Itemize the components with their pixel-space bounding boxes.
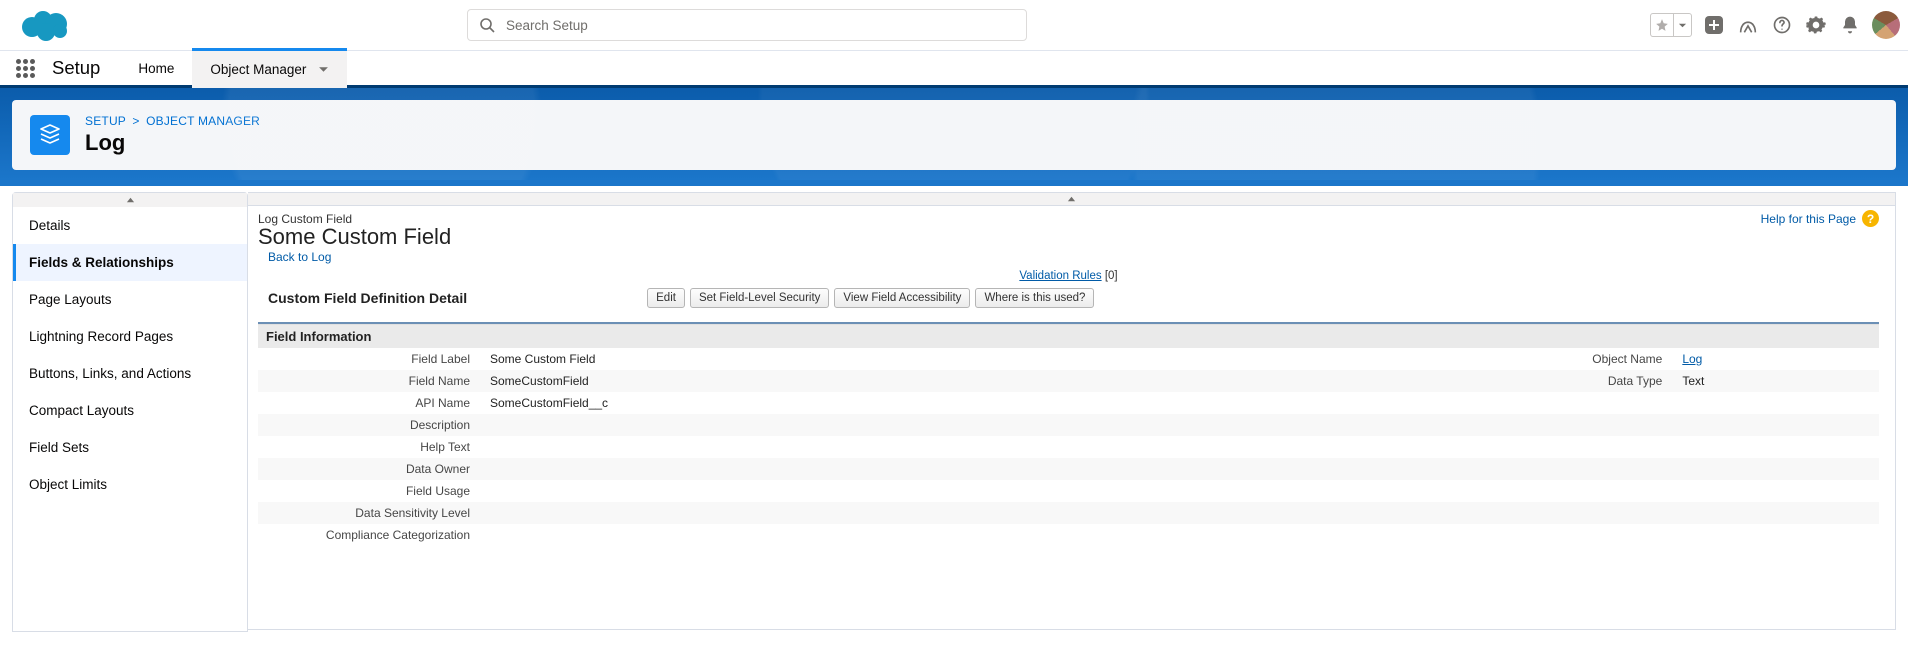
sidebar-item-lrp[interactable]: Lightning Record Pages	[13, 318, 247, 355]
content-column: Log Custom Field Some Custom Field Back …	[248, 192, 1896, 632]
sidebar-item-label: Buttons, Links, and Actions	[29, 366, 191, 381]
sidebar-item-label: Compact Layouts	[29, 403, 134, 418]
breadcrumb-setup[interactable]: SETUP	[85, 114, 126, 128]
sidebar-item-label: Fields & Relationships	[29, 255, 174, 270]
search-input[interactable]	[467, 9, 1027, 41]
sidebar-item-bla[interactable]: Buttons, Links, and Actions	[13, 355, 247, 392]
val-data-sensitivity	[476, 502, 1168, 524]
table-row: API Name SomeCustomField__c	[258, 392, 1879, 414]
app-name: Setup	[38, 51, 120, 85]
sidebar-item-fieldsets[interactable]: Field Sets	[13, 429, 247, 466]
back-to-link[interactable]: Back to Log	[268, 250, 331, 264]
validation-rules-anchor[interactable]: Validation Rules	[1019, 270, 1101, 282]
table-row: Field Name SomeCustomField Data Type Tex…	[258, 370, 1879, 392]
sidebar-item-label: Object Limits	[29, 477, 107, 492]
breadcrumb: SETUP > OBJECT MANAGER	[85, 114, 260, 128]
lbl-data-type: Data Type	[1168, 370, 1668, 392]
lbl-data-sensitivity: Data Sensitivity Level	[258, 502, 476, 524]
section-field-info: Field Information	[258, 324, 1879, 348]
lbl-object-name: Object Name	[1168, 348, 1668, 370]
tab-object-manager-label: Object Manager	[210, 62, 306, 77]
context-tab-bar: Setup Home Object Manager	[0, 51, 1908, 88]
lbl-description: Description	[258, 414, 476, 436]
trailhead-icon[interactable]	[1736, 13, 1760, 37]
table-row: Field Label Some Custom Field Object Nam…	[258, 348, 1879, 370]
help-icon[interactable]	[1770, 13, 1794, 37]
context-band: SETUP > OBJECT MANAGER Log	[0, 88, 1908, 180]
sidebar-item-limits[interactable]: Object Limits	[13, 466, 247, 503]
table-row: Description	[258, 414, 1879, 436]
val-data-owner	[476, 458, 1168, 480]
help-icon: ?	[1862, 210, 1879, 227]
search-container	[467, 9, 1027, 41]
salesforce-logo	[18, 7, 72, 43]
add-icon[interactable]	[1702, 13, 1726, 37]
help-for-page-label: Help for this Page	[1761, 212, 1856, 226]
classic-detail-pane: Log Custom Field Some Custom Field Back …	[248, 206, 1896, 630]
val-api-name: SomeCustomField__c	[476, 392, 1168, 414]
help-for-page-link[interactable]: Help for this Page ?	[1761, 210, 1879, 227]
val-field-name: SomeCustomField	[476, 370, 1168, 392]
sidebar-scroll-up[interactable]	[13, 193, 247, 207]
sidebar-item-fields[interactable]: Fields & Relationships	[13, 244, 247, 281]
global-header	[0, 0, 1908, 51]
definition-title: Custom Field Definition Detail	[268, 290, 527, 306]
page-title: Log	[85, 130, 260, 156]
avatar[interactable]	[1872, 11, 1900, 39]
sidebar-item-label: Page Layouts	[29, 292, 112, 307]
table-row: Compliance Categorization	[258, 524, 1879, 546]
edit-button[interactable]: Edit	[647, 288, 685, 308]
val-field-usage	[476, 480, 1168, 502]
tab-object-manager[interactable]: Object Manager	[192, 48, 347, 88]
fls-button[interactable]: Set Field-Level Security	[690, 288, 829, 308]
search-icon	[479, 17, 495, 33]
detail-title: Some Custom Field	[258, 224, 451, 250]
validation-rules-count: [0]	[1105, 270, 1118, 282]
field-info-table: Field Label Some Custom Field Object Nam…	[258, 348, 1879, 546]
gear-icon[interactable]	[1804, 13, 1828, 37]
header-utility	[1650, 11, 1900, 39]
val-data-type: Text	[1668, 370, 1879, 392]
val-description	[476, 414, 1168, 436]
sidebar-item-compact[interactable]: Compact Layouts	[13, 392, 247, 429]
chevron-down-icon	[318, 64, 329, 75]
table-row: Data Sensitivity Level	[258, 502, 1879, 524]
object-icon	[30, 115, 70, 155]
lbl-help-text: Help Text	[258, 436, 476, 458]
detail-button-row: Edit Set Field-Level Security View Field…	[647, 288, 1094, 308]
table-row: Field Usage	[258, 480, 1879, 502]
where-used-button[interactable]: Where is this used?	[975, 288, 1094, 308]
sidebar-item-label: Details	[29, 218, 70, 233]
sidebar: Details Fields & Relationships Page Layo…	[12, 192, 248, 632]
lbl-field-name: Field Name	[258, 370, 476, 392]
sidebar-item-label: Field Sets	[29, 440, 89, 455]
breadcrumb-objmgr[interactable]: OBJECT MANAGER	[146, 114, 260, 128]
sidebar-item-pagelayouts[interactable]: Page Layouts	[13, 281, 247, 318]
vfa-button[interactable]: View Field Accessibility	[834, 288, 970, 308]
bell-icon[interactable]	[1838, 13, 1862, 37]
favorites-combo[interactable]	[1650, 13, 1692, 37]
lbl-api-name: API Name	[258, 392, 476, 414]
breadcrumb-sep: >	[129, 114, 142, 128]
content-scroll-up[interactable]	[248, 192, 1896, 206]
table-row: Help Text	[258, 436, 1879, 458]
chevron-down-icon	[1673, 14, 1691, 36]
val-field-label: Some Custom Field	[476, 348, 1168, 370]
sidebar-item-label: Lightning Record Pages	[29, 329, 173, 344]
app-launcher-icon[interactable]	[12, 51, 38, 85]
lbl-field-label: Field Label	[258, 348, 476, 370]
sidebar-item-details[interactable]: Details	[13, 207, 247, 244]
val-help-text	[476, 436, 1168, 458]
main-wrap: Details Fields & Relationships Page Layo…	[0, 180, 1908, 632]
page-header-card: SETUP > OBJECT MANAGER Log	[12, 100, 1896, 170]
lbl-field-usage: Field Usage	[258, 480, 476, 502]
val-compliance	[476, 524, 1168, 546]
table-row: Data Owner	[258, 458, 1879, 480]
tab-home-label: Home	[138, 61, 174, 76]
val-object-name[interactable]: Log	[1682, 352, 1702, 366]
lbl-data-owner: Data Owner	[258, 458, 476, 480]
star-icon	[1651, 14, 1673, 36]
tab-home[interactable]: Home	[120, 51, 192, 85]
lbl-compliance: Compliance Categorization	[258, 524, 476, 546]
